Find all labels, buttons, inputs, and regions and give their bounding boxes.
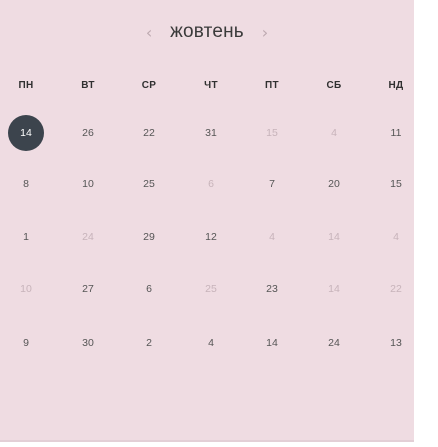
- day-cell[interactable]: 6: [131, 271, 167, 307]
- day-cell[interactable]: 25: [131, 166, 167, 202]
- day-cell[interactable]: 7: [254, 166, 290, 202]
- weekday-header: НД: [388, 80, 404, 91]
- day-cell[interactable]: 9: [8, 325, 44, 361]
- day-cell[interactable]: 6: [193, 166, 229, 202]
- day-cell[interactable]: 10: [8, 271, 44, 307]
- weekday-header: ЧТ: [204, 80, 218, 91]
- day-cell[interactable]: 20: [316, 166, 352, 202]
- day-cell[interactable]: 24: [316, 325, 352, 361]
- day-cell[interactable]: 27: [70, 271, 106, 307]
- day-cell[interactable]: 15: [254, 115, 290, 151]
- day-cell[interactable]: 26: [70, 115, 106, 151]
- day-cell[interactable]: 4: [378, 219, 414, 255]
- day-cell[interactable]: 11: [378, 115, 414, 151]
- day-cell[interactable]: 22: [378, 271, 414, 307]
- day-cell[interactable]: 1: [8, 219, 44, 255]
- day-cell[interactable]: 4: [316, 115, 352, 151]
- weekday-header: ПТ: [265, 80, 279, 91]
- day-cell[interactable]: 31: [193, 115, 229, 151]
- calendar-panel: ‹ жовтень › ПН ВТ СР ЧТ ПТ СБ НД 14 26 22 31 15 4 11 8…: [0, 0, 414, 440]
- day-cell[interactable]: 25: [193, 271, 229, 307]
- day-cell[interactable]: 14: [316, 219, 352, 255]
- day-cell[interactable]: 4: [254, 219, 290, 255]
- day-cell[interactable]: 14: [316, 271, 352, 307]
- day-cell[interactable]: 14: [254, 325, 290, 361]
- weekday-header: СБ: [326, 80, 342, 91]
- day-cell[interactable]: 4: [193, 325, 229, 361]
- day-cell[interactable]: 13: [378, 325, 414, 361]
- weekday-header: ПН: [18, 80, 34, 91]
- day-cell[interactable]: 8: [8, 166, 44, 202]
- day-cell[interactable]: 10: [70, 166, 106, 202]
- day-cell[interactable]: 15: [378, 166, 414, 202]
- weekday-header: СР: [141, 80, 157, 91]
- selected-day[interactable]: 14: [8, 115, 44, 151]
- day-cell[interactable]: 12: [193, 219, 229, 255]
- day-cell[interactable]: 30: [70, 325, 106, 361]
- calendar-grid: ПН ВТ СР ЧТ ПТ СБ НД 14 26 22 31 15 4 11 8 10 25 6 7 20 15 1 2…: [8, 0, 414, 440]
- day-cell[interactable]: 24: [70, 219, 106, 255]
- weekday-header: ВТ: [81, 80, 95, 91]
- day-cell[interactable]: 23: [254, 271, 290, 307]
- day-cell[interactable]: 22: [131, 115, 167, 151]
- day-cell[interactable]: 2: [131, 325, 167, 361]
- calendar-bottom-border: [0, 440, 414, 442]
- day-cell[interactable]: 29: [131, 219, 167, 255]
